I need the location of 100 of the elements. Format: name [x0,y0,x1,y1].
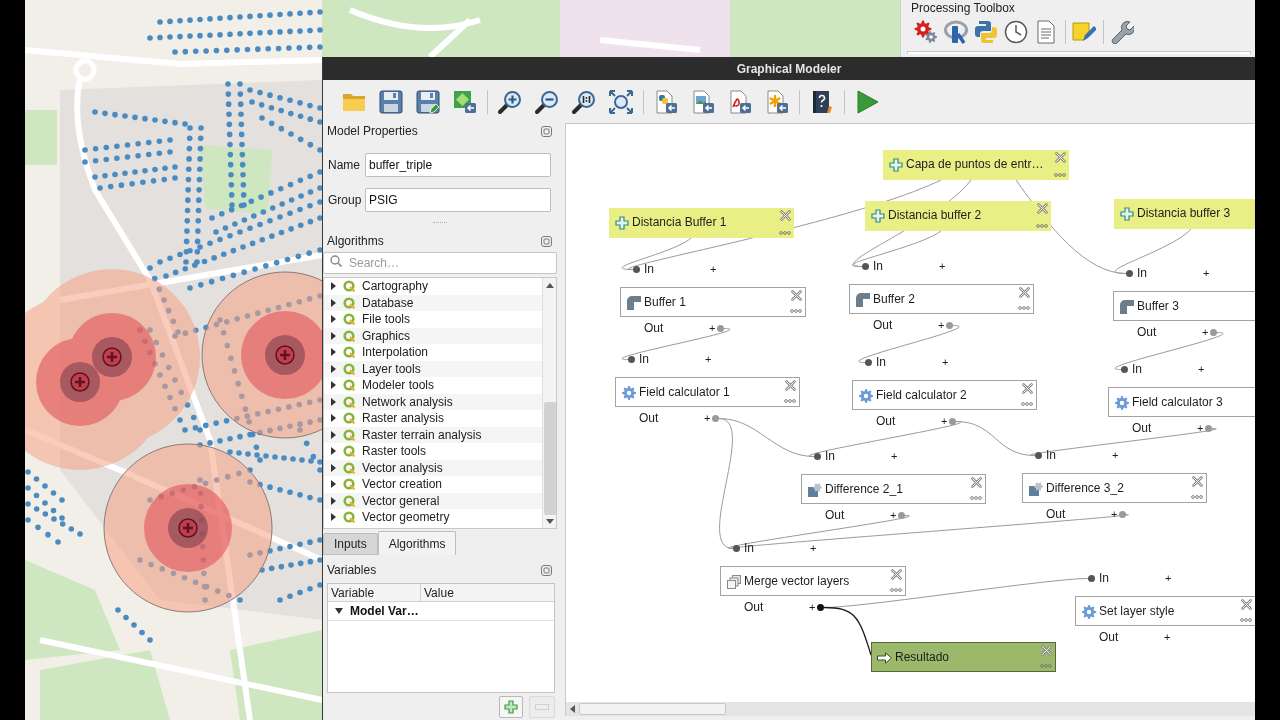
ellipsis-icon[interactable] [1054,173,1066,177]
close-icon[interactable] [1019,287,1030,298]
algorithm-node[interactable]: Buffer 1 [620,287,806,317]
output-node[interactable]: Resultado [871,642,1056,672]
add-button[interactable] [499,696,523,718]
expand-toggle[interactable]: + [942,355,949,369]
algorithm-node[interactable]: Field calculator 3 [1108,387,1255,417]
expand-toggle[interactable]: + [1164,630,1171,644]
input-node[interactable]: Distancia buffer 3 [1114,199,1255,229]
close-icon[interactable] [971,477,982,488]
close-icon[interactable] [1192,476,1203,487]
expand-toggle[interactable]: + [1112,448,1119,462]
algorithm-node[interactable]: Buffer 3 [1113,291,1255,321]
close-icon[interactable] [1241,599,1252,610]
algorithm-node[interactable]: Set layer style [1075,596,1255,626]
close-icon[interactable] [1037,203,1048,214]
algorithm-node[interactable]: Difference 3_2 [1022,473,1207,503]
scrollbar-thumb[interactable] [543,402,556,515]
expand-toggle[interactable]: + [809,600,816,614]
scroll-up-icon[interactable] [545,283,554,288]
node-title: Field calculator 1 [639,384,730,400]
text-field[interactable]: buffer_triple [365,153,551,177]
gears-icon[interactable] [914,20,938,44]
tab[interactable]: Inputs [323,533,378,555]
expand-toggle[interactable]: + [890,508,897,522]
float-window-icon[interactable] [541,235,552,247]
float-window-icon[interactable] [541,125,552,137]
expand-toggle[interactable]: + [891,449,898,463]
python-logo-icon[interactable] [974,20,998,44]
close-icon[interactable] [785,380,796,391]
scrollbar[interactable] [542,278,556,528]
scroll-down-icon[interactable] [545,519,554,524]
pdf-file-icon[interactable] [727,89,752,114]
clock-icon[interactable] [1004,20,1028,44]
expand-toggle[interactable]: + [1197,421,1204,435]
expand-toggle[interactable]: + [939,259,946,273]
scroll-left-icon[interactable] [570,705,575,713]
zoom-in-icon[interactable] [497,89,522,114]
ellipsis-icon[interactable] [1021,402,1033,406]
expand-toggle[interactable]: + [705,352,712,366]
input-node[interactable]: Capa de puntos de entr… [883,150,1069,180]
expand-toggle[interactable]: + [709,321,716,335]
ellipsis-icon[interactable] [784,399,796,403]
algorithm-node[interactable]: Field calculator 1 [615,377,800,407]
port-label: Out [1132,421,1152,435]
floppy-disk-pencil-icon[interactable] [415,89,440,114]
ellipsis-icon[interactable] [970,496,982,500]
expand-toggle[interactable]: + [1111,507,1118,521]
ellipsis-icon[interactable] [790,309,802,313]
expand-toggle[interactable]: + [1203,266,1210,280]
close-icon[interactable] [780,210,791,221]
algorithm-node[interactable]: Merge vector layers [720,566,906,596]
close-icon[interactable] [1055,152,1066,163]
map-arrow-icon[interactable] [452,89,477,114]
search-field[interactable]: Search… [323,252,557,274]
algorithm-node[interactable]: Field calculator 2 [852,380,1037,410]
expand-toggle[interactable]: + [704,411,711,425]
input-node[interactable]: Distancia Buffer 1 [609,208,794,238]
zoom-actual-size-icon[interactable] [571,89,596,114]
port-dot-icon [712,415,719,422]
tab[interactable]: Algorithms [377,531,457,555]
algorithm-node[interactable]: Difference 2_1 [801,474,986,504]
close-icon[interactable] [891,569,902,580]
ring-logo-icon[interactable] [944,20,968,44]
close-icon[interactable] [1041,645,1052,656]
note-pencil-icon[interactable] [1072,20,1096,44]
node-title: Field calculator 2 [876,387,967,403]
expand-toggle[interactable]: + [938,318,945,332]
expand-toggle[interactable]: + [1198,362,1205,376]
run-icon[interactable] [854,89,879,114]
asterisk-file-icon[interactable] [764,89,789,114]
algorithm-node[interactable]: Buffer 2 [849,284,1034,314]
image-file-icon[interactable] [690,89,715,114]
zoom-out-icon[interactable] [534,89,559,114]
expand-toggle[interactable]: + [710,262,717,276]
zoom-full-icon[interactable] [608,89,633,114]
ellipsis-icon[interactable] [779,231,791,235]
column-header[interactable]: Value [421,584,554,601]
input-node[interactable]: Distancia buffer 2 [865,201,1051,231]
ellipsis-icon[interactable] [890,588,902,592]
scrollbar[interactable] [565,702,1255,716]
ellipsis-icon[interactable] [1036,224,1048,228]
ellipsis-icon[interactable] [1018,306,1030,310]
document-icon[interactable] [1034,20,1058,44]
ellipsis-icon[interactable] [1240,618,1252,622]
wrench-icon[interactable] [1110,20,1134,44]
close-icon[interactable] [791,290,802,301]
expand-toggle[interactable]: + [1165,571,1172,585]
tree-item[interactable]: Model Var… [328,602,554,621]
scrollbar-thumb[interactable] [579,703,726,715]
float-window-icon[interactable] [541,564,552,576]
column-header[interactable]: Variable [328,584,421,601]
gear-icon [1082,605,1096,619]
text-field[interactable]: PSIG [365,188,551,212]
ellipsis-icon[interactable] [1191,495,1203,499]
expand-toggle[interactable]: + [941,414,948,428]
expand-toggle[interactable]: + [810,541,817,555]
close-icon[interactable] [1022,383,1033,394]
expand-toggle[interactable]: + [1202,325,1209,339]
python-file-icon[interactable] [653,89,678,114]
